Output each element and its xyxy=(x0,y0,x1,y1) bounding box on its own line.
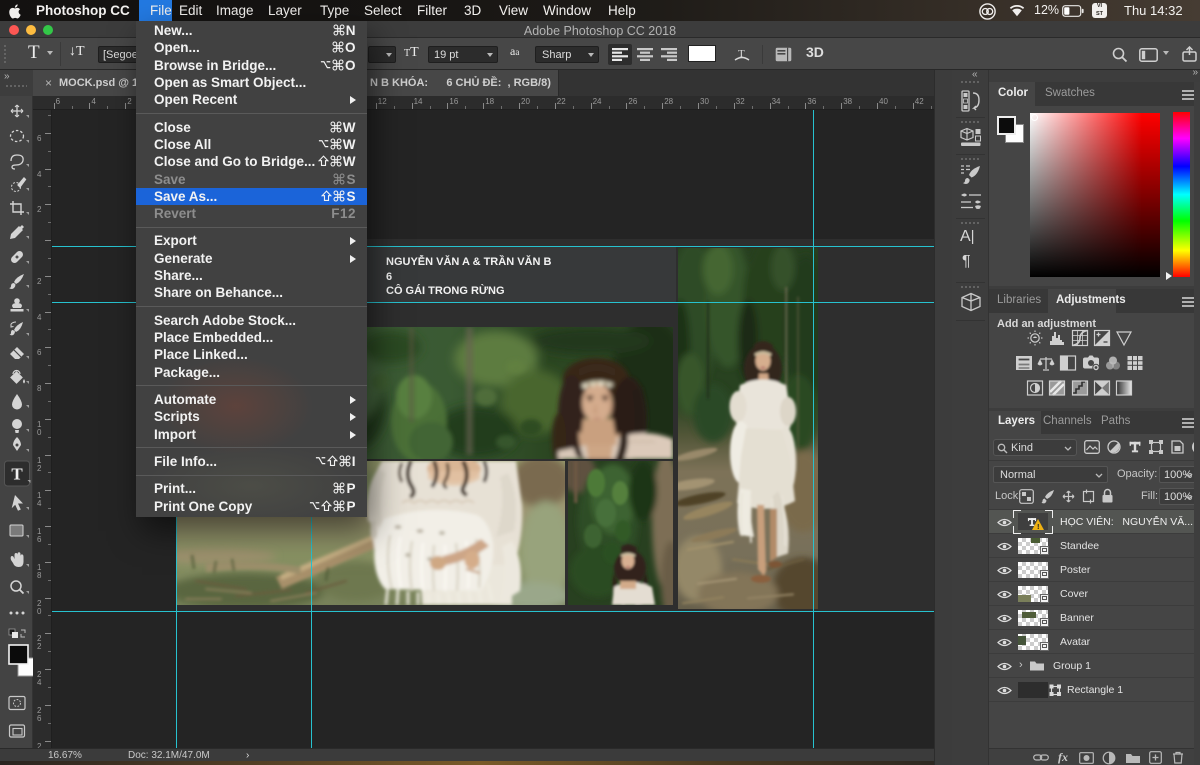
svg-text:T: T xyxy=(11,465,23,484)
svg-text:T: T xyxy=(738,48,745,60)
